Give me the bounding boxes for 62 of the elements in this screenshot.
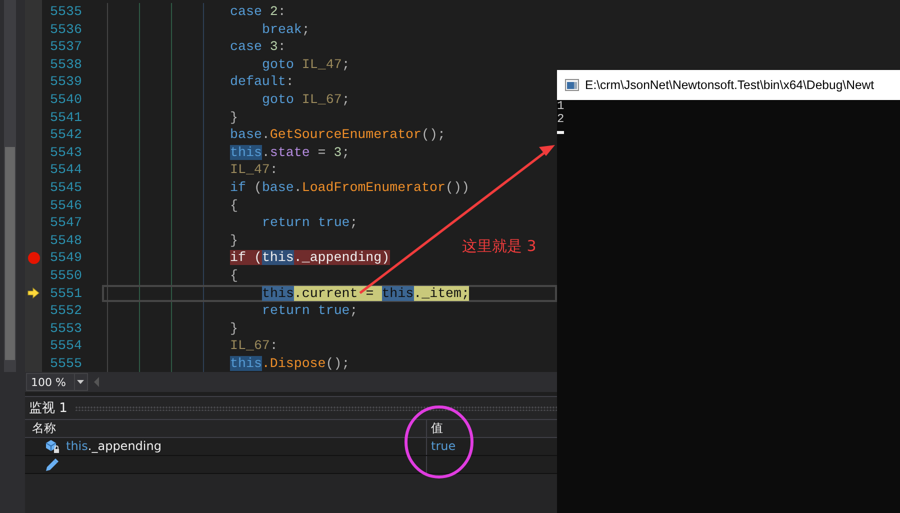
console-title: E:\crm\JsonNet\Newtonsoft.Test\bin\x64\Debug\Newt (585, 78, 874, 92)
watch-expression: this._appending (66, 438, 162, 455)
line-number: 5549 (49, 249, 83, 267)
column-header[interactable]: 名称 (32, 420, 56, 437)
code-line: { (230, 198, 238, 213)
code-line: IL_67: (230, 338, 278, 354)
line-number: 5541 (49, 108, 83, 126)
line-number: 5551 (49, 284, 83, 302)
code-line: this.state = 3; (230, 144, 350, 160)
line-number: 5543 (49, 144, 83, 162)
code-line: { (230, 268, 238, 283)
line-number: 5539 (49, 73, 83, 91)
zoom-dropdown[interactable]: 100 % (26, 373, 88, 391)
line-number: 5538 (49, 56, 83, 74)
line-number: 5544 (49, 161, 83, 179)
code-line: goto IL_67; (262, 92, 350, 107)
line-number: 5546 (49, 196, 83, 214)
field-lock-icon (45, 439, 60, 454)
code-line: if (base.LoadFromEnumerator()) (230, 180, 470, 195)
line-number: 5555 (49, 354, 83, 372)
annotation-note: 这里就是 3 (462, 237, 536, 256)
code-line: return true; (262, 303, 358, 318)
watch-value: true (431, 438, 456, 455)
text-cursor (557, 131, 564, 134)
line-number: 5540 (49, 90, 83, 109)
line-number: 5547 (49, 214, 83, 232)
line-number: 5554 (49, 337, 83, 355)
code-line: default: (230, 74, 294, 90)
code-line: break; (262, 22, 310, 37)
code-line: case 3: (230, 39, 286, 54)
drag-grip[interactable] (75, 406, 557, 410)
scrollbar-thumb[interactable] (5, 147, 15, 360)
caret-icon (77, 380, 84, 384)
code-line: if (this._appending) (230, 250, 390, 266)
line-number: 5552 (49, 302, 83, 320)
console-output-line: 1 (557, 100, 566, 112)
code-line: IL_47: (230, 162, 278, 178)
code-line: case 2: (230, 4, 286, 19)
watch-row[interactable]: this._appending true (25, 438, 557, 456)
pencil-icon[interactable] (45, 458, 59, 472)
line-number: 5537 (49, 38, 83, 56)
console-output-line: 2 (557, 112, 566, 125)
breakpoint-icon[interactable] (28, 252, 40, 264)
line-number: 5548 (49, 232, 83, 250)
line-number: 5536 (49, 20, 83, 38)
line-number: 5545 (49, 178, 83, 197)
code-line: } (230, 320, 238, 336)
line-number: 5535 (49, 3, 83, 21)
console-window-icon (565, 78, 579, 92)
code-line: this.Dispose(); (230, 356, 350, 371)
code-line: } (230, 110, 238, 125)
code-line: } (230, 232, 238, 248)
code-line: return true; (262, 215, 358, 230)
line-number: 5542 (49, 126, 83, 144)
line-number: 5553 (49, 320, 83, 338)
code-line: base.GetSourceEnumerator(); (230, 127, 446, 142)
line-number: 5550 (49, 266, 83, 284)
code-line: this.current = this._item; (262, 286, 470, 300)
code-line: goto IL_47; (262, 56, 350, 72)
watch-panel-title: 监视 1 (29, 400, 68, 417)
watch-row[interactable] (25, 456, 557, 474)
column-header[interactable]: 值 (431, 420, 443, 437)
